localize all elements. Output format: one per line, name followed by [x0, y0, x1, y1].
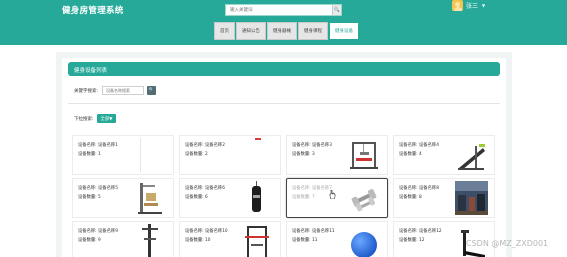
device-image	[455, 181, 488, 215]
device-image	[241, 181, 274, 215]
device-name: 设备名称: 设备名称7	[292, 186, 332, 191]
main-nav: 首页 通知公告 健身器械 健身课程 健身设备	[214, 22, 359, 40]
header-search-input[interactable]	[226, 5, 332, 15]
avatar[interactable]	[452, 0, 463, 11]
divider	[68, 103, 500, 104]
device-image	[348, 181, 381, 215]
site-title: 健身房管理系统	[62, 6, 124, 16]
device-grid: 设备名称: 设备名称1 设备数量: 1 设备名称: 设备名称2 设备数量: 2 …	[72, 135, 495, 257]
device-quantity: 设备数量: 9	[78, 238, 101, 243]
panel-title-bar: 健身设备列表	[68, 62, 500, 76]
device-name: 设备名称: 设备名称5	[78, 186, 118, 191]
device-name: 设备名称: 设备名称8	[399, 186, 439, 191]
device-card[interactable]: 设备名称: 设备名称8 设备数量: 8	[393, 178, 495, 218]
search-icon[interactable]: 🔍	[332, 5, 341, 15]
device-quantity: 设备数量: 2	[185, 152, 208, 157]
panel-title: 健身设备列表	[74, 67, 108, 74]
device-card[interactable]: 设备名称: 设备名称1 设备数量: 1	[72, 135, 174, 175]
device-quantity: 设备数量: 5	[78, 195, 101, 200]
filter-row: 下拉搜索: 全部▼	[74, 114, 117, 123]
device-quantity: 设备数量: 8	[399, 195, 422, 200]
device-name: 设备名称: 设备名称1	[78, 143, 118, 148]
keyword-label: 关键字搜索:	[74, 88, 99, 94]
nav-courses[interactable]: 健身课程	[298, 22, 328, 40]
device-quantity: 设备数量: 12	[399, 238, 425, 243]
chevron-down-icon[interactable]: ▼	[482, 3, 485, 8]
nav-equipment-items[interactable]: 健身器械	[267, 22, 297, 40]
device-name: 设备名称: 设备名称3	[292, 143, 332, 148]
device-card[interactable]: 设备名称: 设备名称9 设备数量: 9	[72, 221, 174, 257]
device-image	[241, 224, 274, 257]
watermark: CSDN @MZ_ZXD001	[466, 239, 549, 248]
device-card[interactable]: 设备名称: 设备名称6 设备数量: 6	[179, 178, 281, 218]
device-quantity: 设备数量: 10	[185, 238, 211, 243]
device-quantity: 设备数量: 7	[292, 195, 315, 200]
device-name: 设备名称: 设备名称12	[399, 229, 442, 234]
device-card[interactable]: 设备名称: 设备名称4 设备数量: 4	[393, 135, 495, 175]
hand-cursor-icon	[329, 190, 336, 199]
device-name: 设备名称: 设备名称4	[399, 143, 439, 148]
header-search: 🔍	[225, 4, 342, 16]
device-image	[455, 138, 488, 172]
device-image	[134, 181, 167, 215]
header-bar: 健身房管理系统 🔍 张三 ▼ 首页 通知公告 健身器械 健身课程 健身设备	[0, 0, 567, 45]
device-card[interactable]: 设备名称: 设备名称11 设备数量: 11	[286, 221, 388, 257]
device-image	[134, 138, 167, 172]
device-card[interactable]: 设备名称: 设备名称10 设备数量: 10	[179, 221, 281, 257]
keyword-input[interactable]	[102, 86, 144, 95]
keyword-search-row: 关键字搜索: 🔍	[74, 86, 156, 95]
device-quantity: 设备数量: 3	[292, 152, 315, 157]
device-card[interactable]: 设备名称: 设备名称2 设备数量: 2	[179, 135, 281, 175]
filter-label: 下拉搜索:	[74, 116, 94, 122]
device-image	[348, 138, 381, 172]
device-name: 设备名称: 设备名称9	[78, 229, 118, 234]
device-image	[348, 224, 381, 257]
nav-devices[interactable]: 健身设备	[329, 22, 359, 40]
nav-home[interactable]: 首页	[214, 22, 235, 40]
device-card[interactable]: 设备名称: 设备名称7 设备数量: 7	[286, 178, 388, 218]
device-quantity: 设备数量: 4	[399, 152, 422, 157]
device-name: 设备名称: 设备名称2	[185, 143, 225, 148]
device-quantity: 设备数量: 11	[292, 238, 318, 243]
user-name[interactable]: 张三	[466, 1, 478, 10]
device-list-panel: 健身设备列表 关键字搜索: 🔍 下拉搜索: 全部▼ 设备名称: 设备名称1 设备…	[56, 52, 512, 257]
device-name: 设备名称: 设备名称10	[185, 229, 228, 234]
user-menu[interactable]: 张三 ▼	[452, 0, 485, 11]
device-name: 设备名称: 设备名称11	[292, 229, 335, 234]
nav-notices[interactable]: 通知公告	[236, 22, 266, 40]
device-quantity: 设备数量: 6	[185, 195, 208, 200]
device-name: 设备名称: 设备名称6	[185, 186, 225, 191]
device-quantity: 设备数量: 1	[78, 152, 101, 157]
filter-select[interactable]: 全部▼	[96, 114, 117, 123]
device-card[interactable]: 设备名称: 设备名称3 设备数量: 3	[286, 135, 388, 175]
search-icon[interactable]: 🔍	[147, 86, 156, 95]
device-card[interactable]: 设备名称: 设备名称5 设备数量: 5	[72, 178, 174, 218]
device-image	[241, 138, 274, 172]
device-image	[134, 224, 167, 257]
